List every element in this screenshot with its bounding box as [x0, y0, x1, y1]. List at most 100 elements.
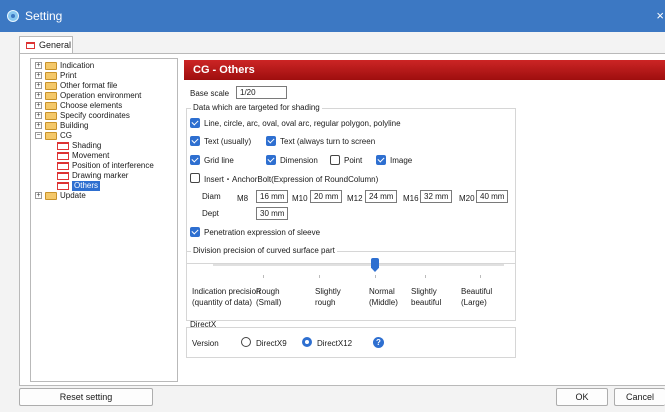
- tree-item-label: Print: [60, 71, 77, 80]
- page-title: CG - Others: [184, 60, 665, 80]
- grid-line-label: Grid line: [204, 156, 234, 165]
- directx12-label: DirectX12: [317, 339, 353, 348]
- tree-item-label: Drawing marker: [72, 171, 129, 180]
- page-title-text: CG - Others: [193, 64, 255, 76]
- base-scale-input[interactable]: 1/20: [236, 86, 287, 99]
- directx9-radio[interactable]: [241, 337, 251, 347]
- division-group-title: Division precision of curved surface par…: [191, 246, 337, 255]
- tab-label: General: [39, 40, 72, 50]
- settings-app-icon: [7, 10, 19, 22]
- grid-line-checkbox[interactable]: [190, 155, 200, 165]
- shading-group: Data which are targeted for shading: [186, 103, 516, 264]
- slider-tick: [319, 275, 320, 278]
- expand-icon[interactable]: +: [35, 122, 42, 129]
- size-m8-input[interactable]: 16 mm: [256, 190, 288, 203]
- settings-tree[interactable]: + Indication + Print + Other format file…: [30, 58, 178, 382]
- text-screen-label: Text (always turn to screen: [280, 137, 376, 146]
- page-icon: [26, 42, 35, 49]
- indication-precision-label: Indication precision: [192, 287, 261, 296]
- version-label: Version: [192, 339, 219, 348]
- point-checkbox[interactable]: [330, 155, 340, 165]
- image-checkbox[interactable]: [376, 155, 386, 165]
- collapse-icon[interactable]: −: [35, 132, 42, 139]
- image-label: Image: [390, 156, 413, 165]
- tab-panel: + Indication + Print + Other format file…: [19, 53, 665, 386]
- diam-label: Diam: [202, 192, 221, 201]
- level-slightly-rough-sublabel: rough: [315, 298, 336, 307]
- division-precision-group: Division precision of curved surface par…: [186, 246, 516, 321]
- tree-item-label: Choose elements: [60, 101, 123, 110]
- dimension-checkbox[interactable]: [266, 155, 276, 165]
- expand-icon[interactable]: +: [35, 82, 42, 89]
- reset-setting-button[interactable]: Reset setting: [19, 388, 153, 406]
- tree-item-label: Update: [60, 191, 86, 200]
- folder-icon: [45, 192, 57, 200]
- insert-anchor-checkbox[interactable]: [190, 173, 200, 183]
- level-beautiful-sublabel: (Large): [461, 298, 487, 307]
- text-usually-label: Text (usually): [204, 137, 252, 146]
- tree-item-label: Building: [60, 121, 89, 130]
- line-items-label: Line, circle, arc, oval, oval arc, regul…: [204, 119, 401, 128]
- insert-anchor-label: Insert・AnchorBolt(Expression of RoundCol…: [204, 175, 379, 184]
- expand-icon[interactable]: +: [35, 102, 42, 109]
- level-rough-sublabel: (Small): [256, 298, 282, 307]
- tree-item-label: Others: [72, 181, 101, 191]
- shading-group-title: Data which are targeted for shading: [191, 103, 322, 112]
- text-screen-checkbox[interactable]: [266, 136, 276, 146]
- indication-precision-sublabel: (quantity of data): [192, 298, 253, 307]
- cancel-button[interactable]: Cancel: [614, 388, 665, 406]
- size-m10-input[interactable]: 20 mm: [310, 190, 342, 203]
- level-rough-label: Rough: [256, 287, 280, 296]
- expand-icon[interactable]: +: [35, 112, 42, 119]
- level-slightly-rough-label: Slightly: [315, 287, 341, 296]
- folder-icon: [45, 62, 57, 70]
- tree-item-label: Other format file: [60, 81, 118, 90]
- slider-tick: [263, 275, 264, 278]
- level-normal-label: Normal: [369, 287, 395, 296]
- ok-button[interactable]: OK: [556, 388, 608, 406]
- expand-icon[interactable]: +: [35, 72, 42, 79]
- text-usually-checkbox[interactable]: [190, 136, 200, 146]
- tab-general[interactable]: General: [19, 36, 73, 54]
- folder-icon: [45, 112, 57, 120]
- base-scale-label: Base scale: [190, 89, 230, 98]
- size-m8-label: M8: [237, 194, 249, 203]
- page-icon: [57, 182, 69, 190]
- line-items-checkbox[interactable]: [190, 118, 200, 128]
- level-normal-sublabel: (Middle): [369, 298, 398, 307]
- folder-icon: [45, 92, 57, 100]
- slider-tick: [425, 275, 426, 278]
- dimension-label: Dimension: [280, 156, 318, 165]
- penetration-checkbox[interactable]: [190, 227, 200, 237]
- level-slightly-beautiful-label: Slightly: [411, 287, 437, 296]
- tree-item-label: Position of interference: [72, 161, 154, 170]
- directx-group-title: DirectX: [190, 320, 217, 329]
- tree-item-label: Operation environment: [60, 91, 142, 100]
- window-title: Setting: [25, 9, 63, 23]
- tree-item-label: CG: [60, 131, 72, 140]
- size-m16-input[interactable]: 32 mm: [420, 190, 452, 203]
- precision-slider-track[interactable]: [213, 264, 504, 266]
- expand-icon[interactable]: +: [35, 62, 42, 69]
- size-m20-label: M20: [459, 194, 475, 203]
- dept-input[interactable]: 30 mm: [256, 207, 288, 220]
- page-icon: [57, 152, 69, 160]
- size-m16-label: M16: [403, 194, 419, 203]
- tree-item-label: Movement: [72, 151, 110, 160]
- page-icon: [57, 142, 69, 150]
- directx12-radio[interactable]: [302, 337, 312, 347]
- page-icon: [57, 172, 69, 180]
- help-icon[interactable]: ?: [373, 337, 384, 348]
- size-m12-label: M12: [347, 194, 363, 203]
- close-icon[interactable]: ×: [656, 8, 664, 23]
- expand-icon[interactable]: +: [35, 192, 42, 199]
- tree-item-label: Specify coordinates: [60, 111, 130, 120]
- folder-icon: [45, 72, 57, 80]
- dialog-body: General + Indication + Print + Other for…: [0, 32, 665, 412]
- size-m12-input[interactable]: 24 mm: [365, 190, 397, 203]
- folder-open-icon: [45, 132, 57, 140]
- size-m20-input[interactable]: 40 mm: [476, 190, 508, 203]
- tree-item-label: Shading: [72, 141, 102, 150]
- expand-icon[interactable]: +: [35, 92, 42, 99]
- dept-label: Dept: [202, 209, 219, 218]
